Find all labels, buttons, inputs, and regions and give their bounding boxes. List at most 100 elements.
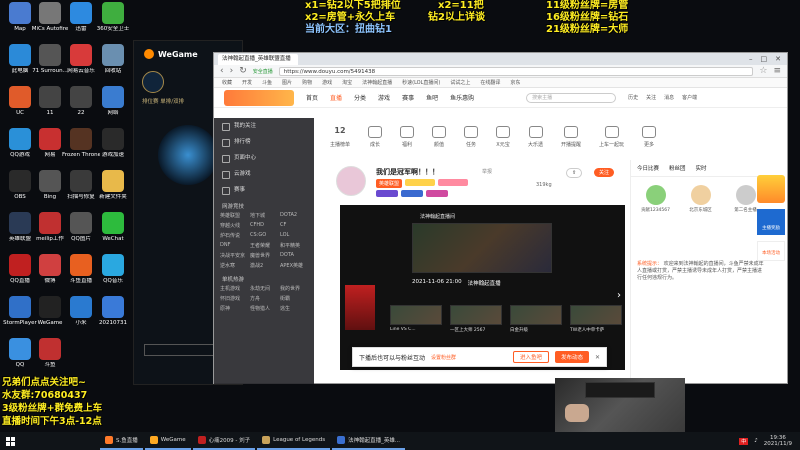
side-promo-banner[interactable] xyxy=(345,285,375,330)
nav-message[interactable]: 消息 xyxy=(664,94,674,101)
enter-yuba-button[interactable]: 进入鱼吧 xyxy=(512,351,549,363)
bookmark-item[interactable]: 淘宝 xyxy=(342,78,352,87)
menu-grid-item[interactable]: 和平精英 xyxy=(280,242,308,249)
anchor-reward-badge[interactable]: 主播奖励 xyxy=(757,209,785,235)
menu-icon[interactable]: ≡ xyxy=(773,66,781,76)
bookmark-item[interactable]: 游戏 xyxy=(322,78,332,87)
taskbar-item[interactable]: 法神翰起直播_英雄... xyxy=(332,432,406,450)
menu-grid-item[interactable]: 逆水寒 xyxy=(220,262,248,269)
taskbar-item[interactable]: League of Legends xyxy=(257,432,331,450)
forward-icon[interactable]: › xyxy=(230,66,234,76)
function-entry[interactable]: 上车一起玩 xyxy=(599,126,624,156)
popup-link[interactable]: 设置粉丝群 xyxy=(431,354,456,361)
nav-shop[interactable]: 鱼乐惠购 xyxy=(450,93,474,102)
menu-grid-item[interactable]: 我的世界 xyxy=(280,285,308,292)
replay-item[interactable]: Line VS C... xyxy=(390,305,442,333)
replay-item[interactable]: 白金升级 xyxy=(510,305,562,333)
menu-grid-item[interactable]: DOTA2 xyxy=(280,212,308,219)
bookmark-item[interactable]: 斗鱼 xyxy=(262,78,272,87)
bookmark-item[interactable]: 京东 xyxy=(510,78,520,87)
next-arrow-icon[interactable]: › xyxy=(617,290,621,301)
desktop-icon[interactable]: 游戏加速 xyxy=(94,128,132,158)
function-entry[interactable]: 更多 xyxy=(642,126,657,156)
taskbar-item[interactable]: 心痛2009 - 刘子 xyxy=(192,432,256,450)
bookmark-item[interactable]: 开发 xyxy=(242,78,252,87)
function-entry[interactable]: 任务 xyxy=(464,126,479,156)
taskbar-item[interactable]: WeGame xyxy=(144,432,191,450)
desktop-icon[interactable]: 新建文件夹 xyxy=(94,170,132,200)
taskbar-item[interactable]: S.鱼直播 xyxy=(100,432,143,450)
minimize-icon[interactable]: – xyxy=(749,55,753,63)
menu-grid-item[interactable]: DNF xyxy=(220,242,248,249)
desktop-icon[interactable]: QQ音乐 xyxy=(94,254,132,284)
desktop-icon[interactable]: 20210731 xyxy=(94,296,132,326)
menu-grid-item[interactable]: 炉石传说 xyxy=(220,232,248,239)
replay-item[interactable]: TW老人中单卡萨 xyxy=(570,305,622,333)
bookmark-item[interactable]: 法神翰起直播 xyxy=(362,78,392,87)
ime-indicator[interactable]: 中 xyxy=(739,437,749,445)
menu-events[interactable]: 赛事 xyxy=(214,182,314,198)
nav-category[interactable]: 分类 xyxy=(354,93,366,102)
clock[interactable]: 19:36 2021/11/9 xyxy=(764,435,792,447)
contributor[interactable]: 贡献1234567 xyxy=(636,185,676,213)
volume-icon[interactable]: ♪ xyxy=(754,438,758,444)
menu-grid-item[interactable]: APEX英雄 xyxy=(280,262,308,269)
menu-grid-item[interactable]: CS:GO xyxy=(250,232,278,239)
function-entry[interactable]: 12 主播榜单 xyxy=(330,126,350,156)
nav-yuba[interactable]: 鱼吧 xyxy=(426,93,438,102)
menu-grid-item[interactable]: 王者荣耀 xyxy=(250,242,278,249)
menu-grid-item[interactable]: 决战平安京 xyxy=(220,252,248,259)
tab-fan-club[interactable]: 粉丝团 xyxy=(669,164,686,172)
replay-item[interactable]: 一区上大师 2567 xyxy=(450,305,502,333)
streamer-avatar[interactable] xyxy=(336,166,366,196)
menu-ranking[interactable]: 排行榜 xyxy=(214,134,314,150)
function-entry[interactable]: 福利 xyxy=(400,126,415,156)
video-thumbnail[interactable] xyxy=(412,223,552,273)
menu-cloud-game[interactable]: 云游戏 xyxy=(214,166,314,182)
douyu-logo[interactable] xyxy=(224,89,294,106)
activity-badge-icon[interactable] xyxy=(757,175,785,203)
desktop-icon[interactable]: 网络 xyxy=(94,86,132,116)
nav-client[interactable]: 客户端 xyxy=(682,94,697,101)
video-player[interactable]: 法神翰起直播间 2021-11-06 21:00 法神翰起直播 Line VS … xyxy=(340,205,625,370)
search-input[interactable]: 搜索主播 xyxy=(526,92,617,103)
nav-history[interactable]: 历史 xyxy=(628,94,638,101)
bookmark-item[interactable]: 秒速(LOL直播间) xyxy=(402,78,440,87)
menu-grid-item[interactable]: 逃生 xyxy=(280,305,308,312)
menu-grid-item[interactable]: DOTA xyxy=(280,252,308,259)
close-icon[interactable]: ✕ xyxy=(775,55,781,63)
contributor[interactable]: 北京东城区 xyxy=(681,185,721,213)
desktop-icon[interactable]: WeChat xyxy=(94,212,132,242)
function-entry[interactable]: 颜值 xyxy=(432,126,447,156)
browser-tab[interactable]: 法神翰起直播_英雄联盟直播 xyxy=(218,53,298,65)
menu-page-center[interactable]: 页面中心 xyxy=(214,150,314,166)
nav-home[interactable]: 首页 xyxy=(306,93,318,102)
bookmark-item[interactable]: 图片 xyxy=(282,78,292,87)
desktop-icon[interactable]: 斗鱼 xyxy=(31,338,69,368)
desktop-icon[interactable]: 回收站 xyxy=(94,44,132,74)
share-button[interactable]: ⇪ xyxy=(566,168,583,178)
report-link[interactable]: 举报 xyxy=(482,168,492,175)
post-update-button[interactable]: 发布动态 xyxy=(554,351,589,363)
tab-realtime[interactable]: 实时 xyxy=(696,164,707,172)
menu-grid-item[interactable]: CFHD xyxy=(250,222,278,229)
menu-grid-item[interactable]: 方舟 xyxy=(250,295,278,302)
menu-grid-item[interactable]: 激战2 xyxy=(250,262,278,269)
star-icon[interactable]: ☆ xyxy=(759,66,767,76)
nav-live[interactable]: 直播 xyxy=(330,93,342,102)
menu-grid-item[interactable]: 英雄联盟 xyxy=(220,212,248,219)
popup-close-icon[interactable]: ✕ xyxy=(595,354,600,361)
menu-grid-item[interactable]: 怀旧游戏 xyxy=(220,295,248,302)
reload-icon[interactable]: ↻ xyxy=(239,66,247,76)
url-field[interactable]: https://www.douyu.com/5491438 xyxy=(278,66,754,76)
follow-button[interactable]: 关注 xyxy=(594,168,615,177)
nav-games[interactable]: 游戏 xyxy=(378,93,390,102)
menu-grid-item[interactable]: LOL xyxy=(280,232,308,239)
menu-grid-item[interactable]: 永劫无间 xyxy=(250,285,278,292)
bookmark-item[interactable]: 试试之上 xyxy=(450,78,470,87)
menu-grid-item[interactable]: CF xyxy=(280,222,308,229)
menu-grid-item[interactable]: 穿越火线 xyxy=(220,222,248,229)
menu-grid-item[interactable]: 怪物猎人 xyxy=(250,305,278,312)
bookmark-item[interactable]: 收藏 xyxy=(222,78,232,87)
function-entry[interactable]: X元宝 xyxy=(496,126,511,156)
